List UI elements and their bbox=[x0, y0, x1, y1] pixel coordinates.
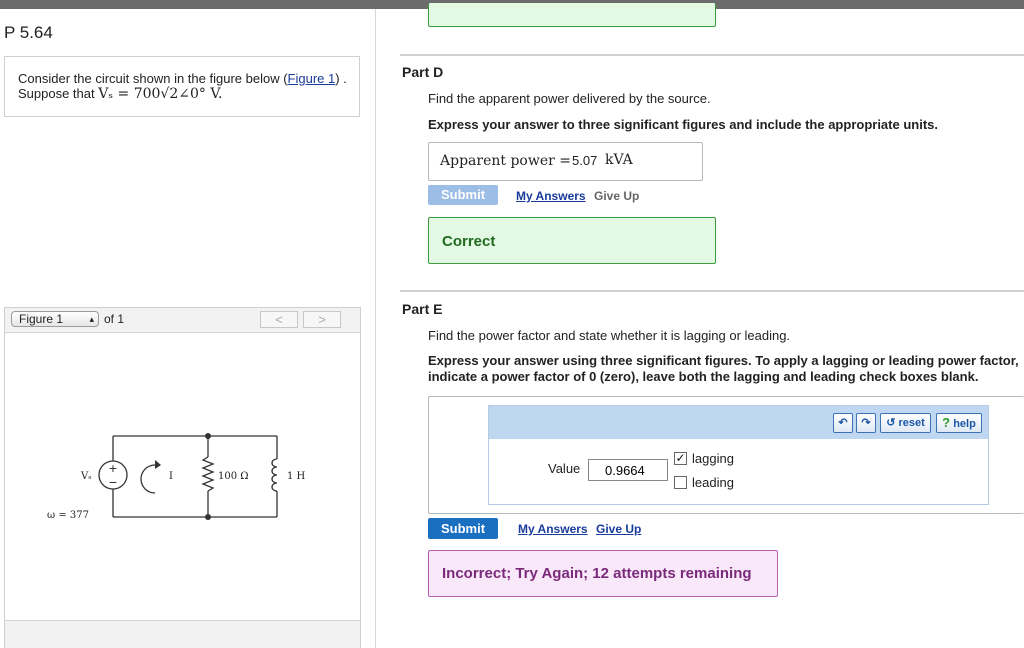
intro-suffix: ) . bbox=[335, 71, 347, 86]
reset-icon: ↺ bbox=[886, 417, 896, 429]
part-d-question: Find the apparent power delivered by the… bbox=[428, 91, 711, 106]
undo-icon: ↶ bbox=[838, 417, 848, 429]
redo-icon: ↷ bbox=[861, 417, 871, 429]
part-d-give-up: Give Up bbox=[594, 189, 640, 203]
figure-next-button[interactable]: > bbox=[303, 311, 341, 328]
figure-link[interactable]: Figure 1 bbox=[288, 71, 336, 86]
lagging-label: lagging bbox=[692, 451, 734, 466]
figure-select-value: Figure 1 bbox=[19, 312, 64, 326]
part-e-submit-button[interactable]: Submit bbox=[428, 518, 498, 539]
leading-label: leading bbox=[692, 475, 734, 490]
part-e-divider bbox=[400, 290, 1024, 292]
math-editor: ↶ ↷ ↺ reset ? help Value ✓ lagging leadi… bbox=[488, 405, 989, 505]
checkmark-icon: ✓ bbox=[675, 451, 686, 465]
apparent-power-answer-box: Apparent power = 5.07 kVA bbox=[428, 142, 703, 181]
help-label: help bbox=[953, 418, 976, 430]
top-node bbox=[205, 433, 211, 439]
suppose-prefix: Suppose that bbox=[18, 86, 99, 101]
minus-label: − bbox=[108, 476, 117, 489]
leading-checkbox[interactable] bbox=[674, 476, 687, 489]
help-icon: ? bbox=[942, 415, 951, 430]
lagging-checkbox[interactable]: ✓ bbox=[674, 452, 687, 465]
resistor-label: 100 Ω bbox=[218, 471, 249, 482]
figure-panel: Figure 1 ▴ of 1 < > + − Vₛ I 100 Ω 1 H ω… bbox=[4, 307, 361, 648]
figure-header: Figure 1 ▴ of 1 < > bbox=[5, 308, 360, 333]
part-e-feedback-box: Incorrect; Try Again; 12 attempts remain… bbox=[428, 550, 778, 597]
part-e-give-up-link[interactable]: Give Up bbox=[596, 522, 641, 536]
reset-button[interactable]: ↺ reset bbox=[880, 413, 931, 433]
inductor-label: 1 H bbox=[287, 471, 306, 482]
apparent-power-value: 5.07 bbox=[572, 153, 598, 168]
redo-button[interactable]: ↷ bbox=[856, 413, 876, 433]
apparent-power-unit: kVA bbox=[605, 152, 633, 168]
undo-button[interactable]: ↶ bbox=[833, 413, 853, 433]
figure-select[interactable]: Figure 1 ▴ bbox=[11, 311, 99, 327]
part-e-question: Find the power factor and state whether … bbox=[428, 328, 791, 343]
part-d-instruction: Express your answer to three significant… bbox=[428, 117, 938, 132]
omega-label: ω = 377 bbox=[47, 510, 89, 521]
problem-intro-box: Consider the circuit shown in the figure… bbox=[4, 56, 360, 117]
figure-footer bbox=[5, 620, 360, 648]
vs-label: Vₛ bbox=[80, 471, 92, 482]
resistor-icon bbox=[201, 456, 215, 492]
problem-intro-text: Consider the circuit shown in the figure… bbox=[18, 71, 347, 102]
part-d-submit-button: Submit bbox=[428, 185, 498, 205]
apparent-power-label: Apparent power = bbox=[440, 153, 571, 169]
help-button[interactable]: ? help bbox=[936, 413, 982, 433]
current-label: I bbox=[169, 471, 173, 482]
problem-title: P 5.64 bbox=[4, 23, 53, 42]
part-d-label: Part D bbox=[402, 64, 444, 80]
figure-prev-button[interactable]: < bbox=[260, 311, 298, 328]
current-arc bbox=[140, 464, 156, 494]
part-d-feedback-box: Correct bbox=[428, 217, 716, 264]
part-d-feedback: Correct bbox=[442, 233, 496, 250]
part-e-feedback: Incorrect; Try Again; 12 attempts remain… bbox=[442, 565, 752, 582]
part-e-instruction-1: Express your answer using three signific… bbox=[428, 353, 1019, 368]
part-d-my-answers-link[interactable]: My Answers bbox=[516, 189, 586, 203]
power-factor-input[interactable] bbox=[588, 459, 668, 481]
inductor-icon bbox=[271, 458, 278, 492]
part-e-instruction-2: indicate a power factor of 0 (zero), lea… bbox=[428, 369, 979, 384]
circuit-diagram: + − Vₛ I 100 Ω 1 H ω = 377 bbox=[47, 433, 306, 521]
current-arrow-icon bbox=[155, 460, 161, 469]
select-arrows-icon: ▴ bbox=[89, 314, 94, 324]
math-editor-toolbar: ↶ ↷ ↺ reset ? help bbox=[489, 406, 988, 439]
intro-prefix: Consider the circuit shown in the figure… bbox=[18, 71, 288, 86]
part-d-divider bbox=[400, 54, 1024, 56]
part-e-my-answers-link[interactable]: My Answers bbox=[518, 522, 588, 536]
previous-correct-box bbox=[428, 3, 716, 27]
source-voltage-math: Vₛ = 700√2∠0° V. bbox=[98, 86, 223, 102]
value-label: Value bbox=[548, 461, 581, 476]
figure-count: of 1 bbox=[104, 312, 125, 326]
plus-label: + bbox=[108, 462, 117, 475]
part-e-label: Part E bbox=[402, 301, 443, 317]
part-e-answer-area: ↶ ↷ ↺ reset ? help Value ✓ lagging leadi… bbox=[428, 396, 1024, 514]
reset-label: reset bbox=[898, 417, 925, 429]
bottom-node bbox=[205, 514, 211, 520]
